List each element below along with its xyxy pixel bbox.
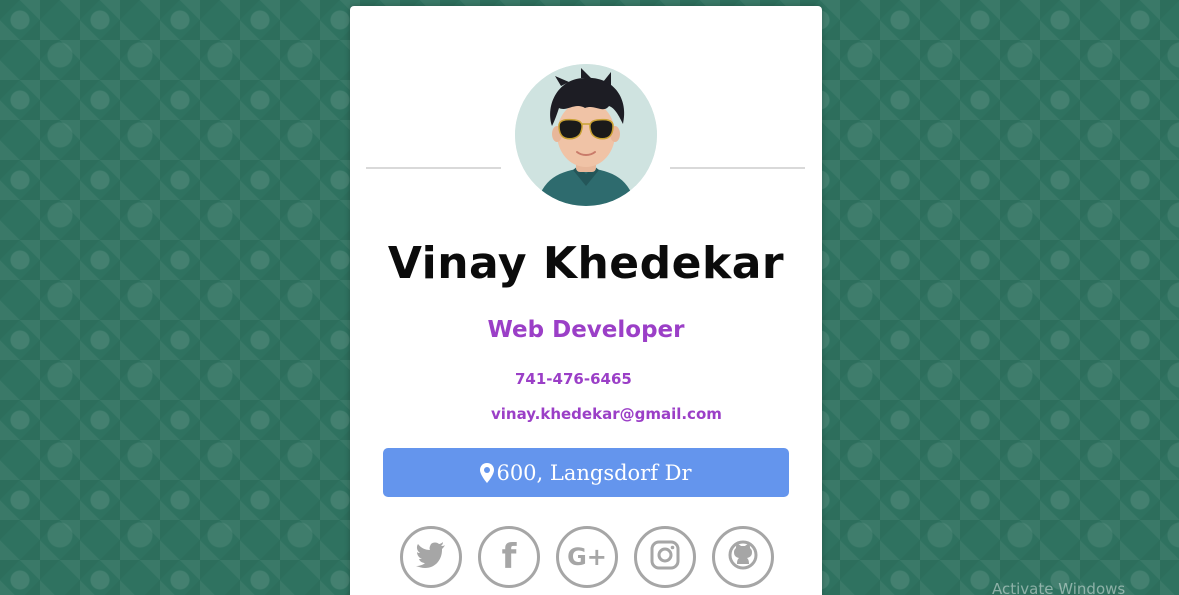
profile-name: Vinay Khedekar: [387, 238, 785, 289]
twitter-button[interactable]: [400, 526, 462, 588]
phone-number[interactable]: 741-476-6465: [515, 370, 632, 388]
address-button[interactable]: 600, Langsdorf Dr: [383, 448, 789, 497]
social-links: f G+: [400, 526, 774, 588]
google-plus-button[interactable]: G+: [556, 526, 618, 588]
profile-title: Web Developer: [487, 317, 685, 343]
address-text: 600, Langsdorf Dr: [496, 460, 692, 485]
avatar: [515, 64, 657, 206]
github-button[interactable]: [712, 526, 774, 588]
twitter-icon: [416, 542, 446, 572]
email-address[interactable]: vinay.khedekar@gmail.com: [491, 405, 722, 423]
instagram-icon: [650, 540, 680, 574]
github-icon: [728, 540, 758, 574]
facebook-button[interactable]: f: [478, 526, 540, 588]
activate-windows-watermark: Activate Windows: [992, 580, 1126, 595]
google-plus-icon: G+: [567, 543, 607, 571]
instagram-button[interactable]: [634, 526, 696, 588]
avatar-illustration: [515, 64, 657, 206]
map-marker-icon: [480, 462, 495, 483]
divider-right: [670, 167, 805, 169]
divider-left: [366, 167, 501, 169]
profile-card: Vinay Khedekar Web Developer 741-476-646…: [350, 6, 822, 595]
facebook-icon: f: [501, 537, 517, 577]
